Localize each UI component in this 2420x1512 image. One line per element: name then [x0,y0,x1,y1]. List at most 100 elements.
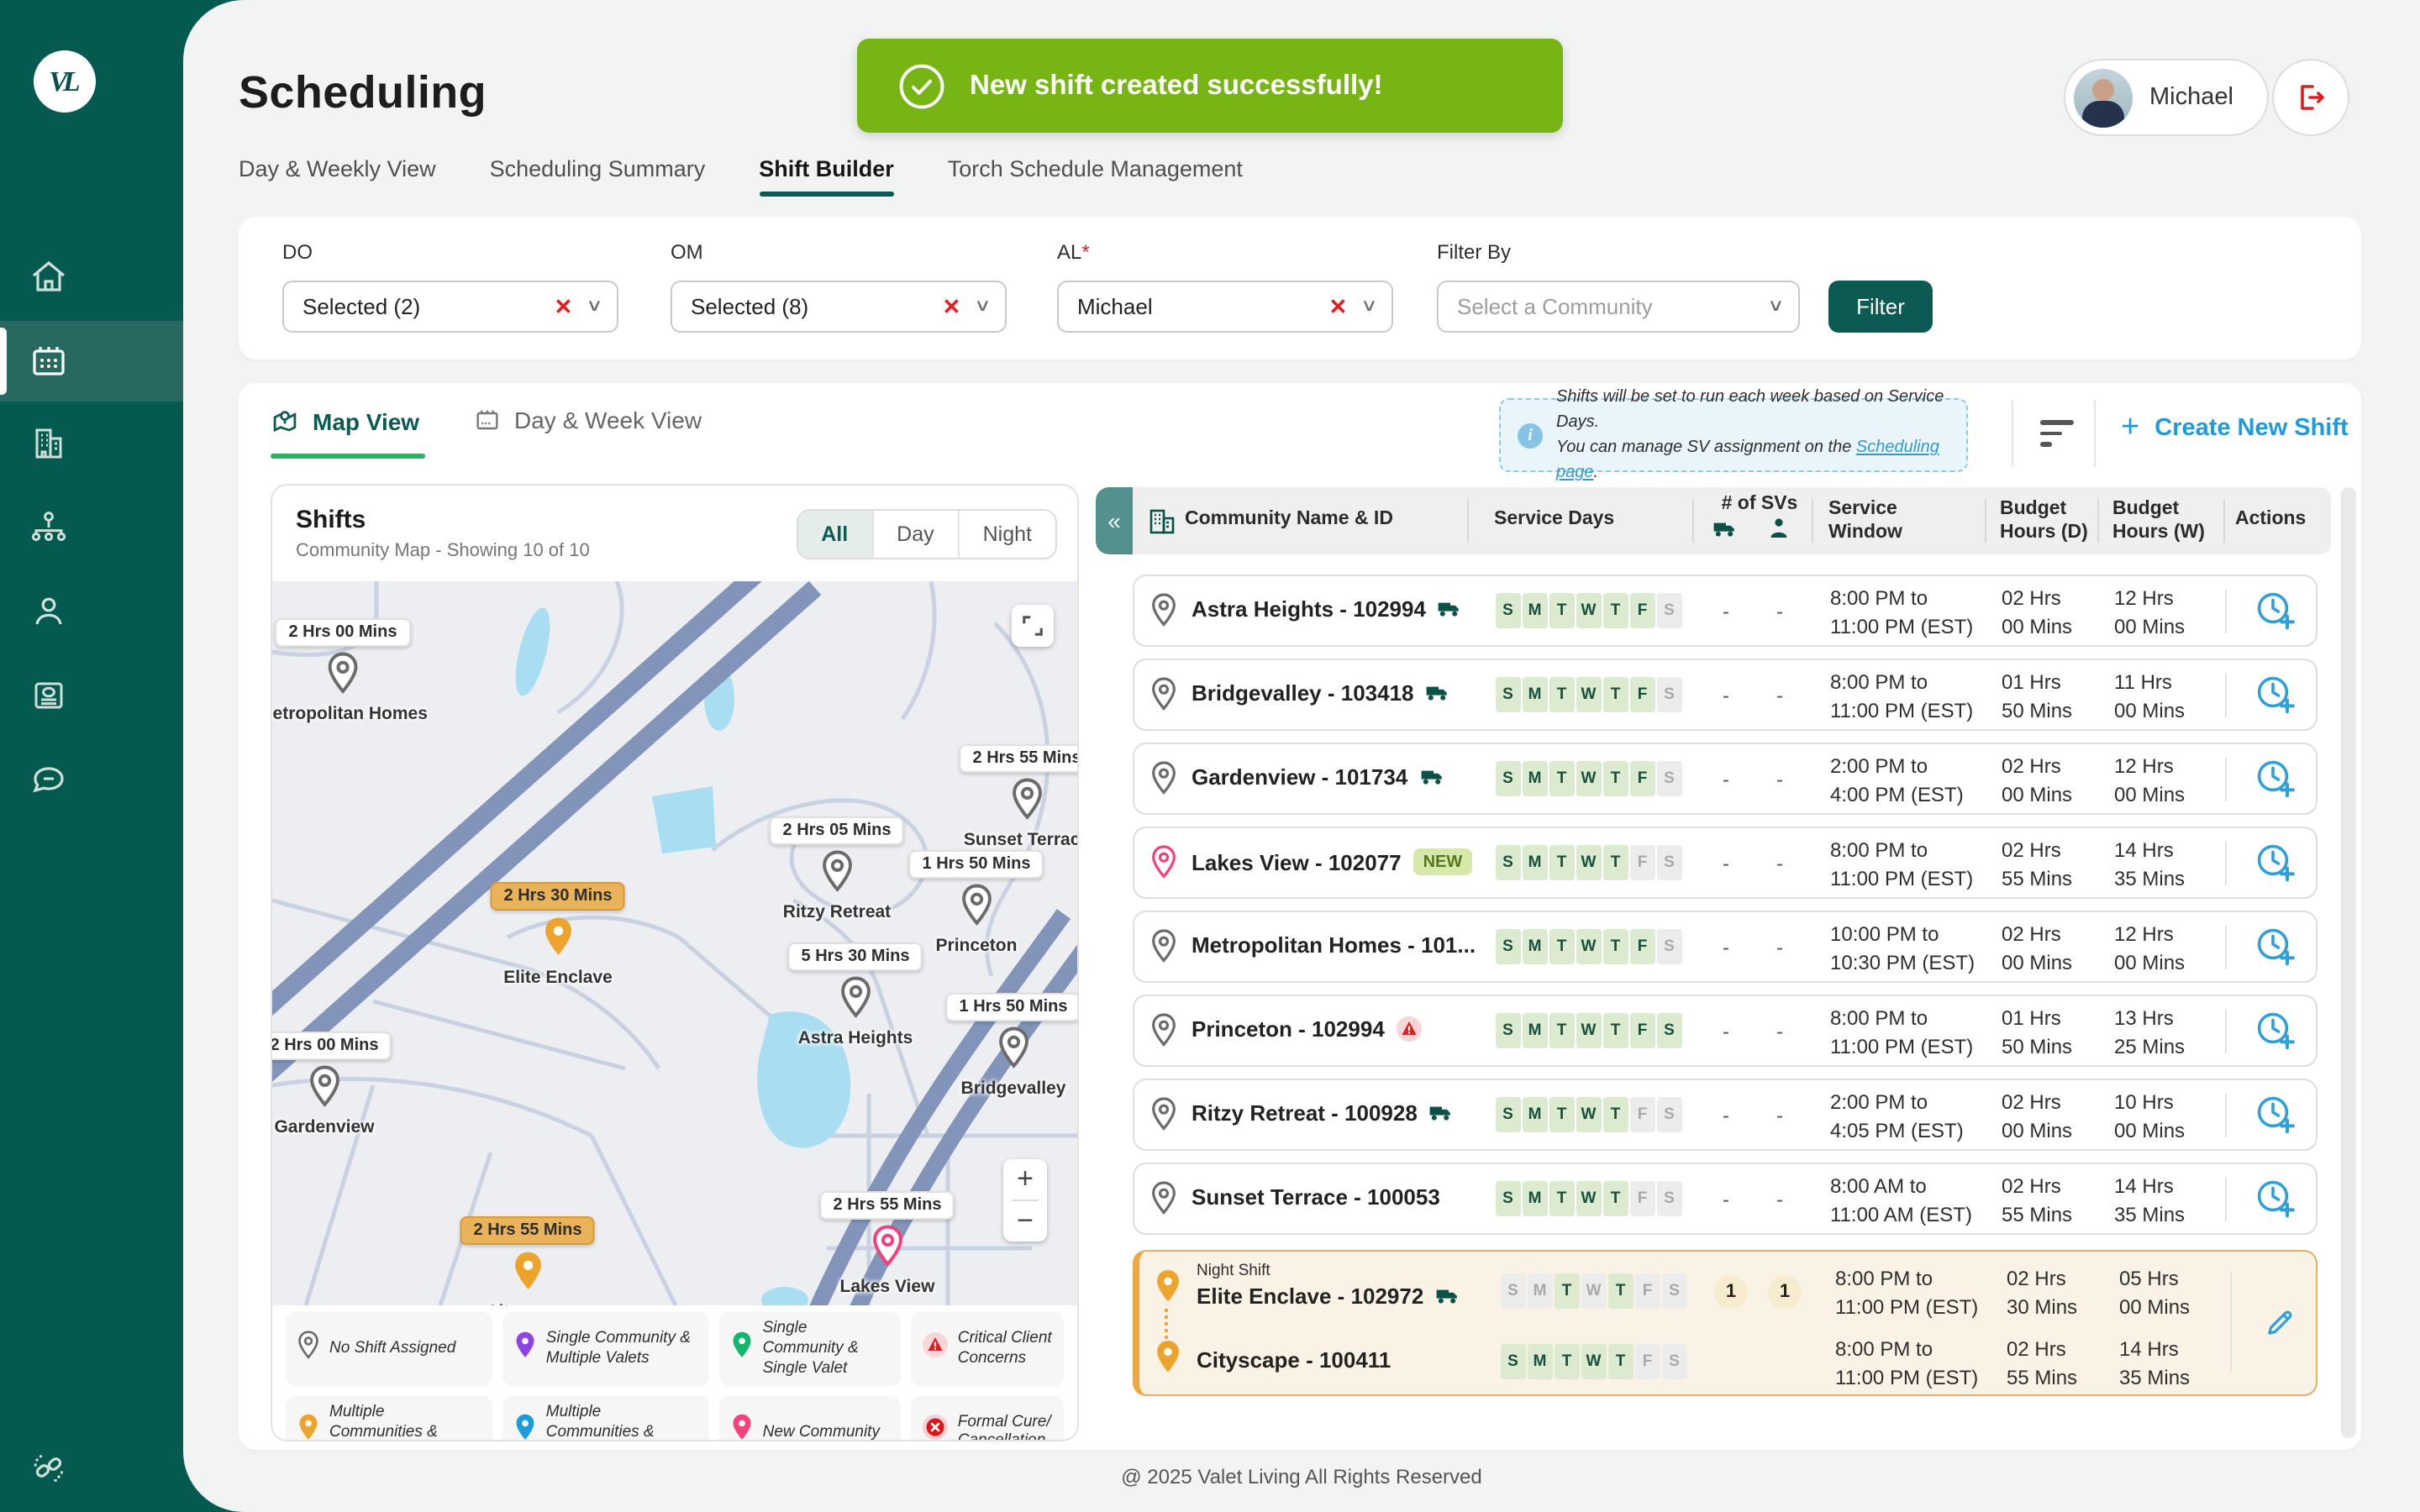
day-chip-T: T [1549,593,1574,628]
day-chip-F: F [1635,1344,1660,1379]
night-shift-group-row[interactable]: Night ShiftElite Enclave - 102972Citysca… [1133,1250,2317,1396]
budget-hours-w: 11 Hrs00 Mins [2114,669,2185,725]
day-chip-S: S [1496,929,1520,964]
map-pin-metropolitan-homes[interactable]: 2 Hrs 00 MinsMetropolitan Homes [272,618,428,724]
sidebar-item-users[interactable] [0,571,183,652]
om-select[interactable]: Selected (8) ✕∨ [671,281,1007,333]
community-name: Elite Enclave - 102972 [1197,1284,1460,1309]
outline-pin-icon [1151,845,1176,879]
day-week-view-label: Day & Week View [514,407,702,433]
plus-icon: + [2121,410,2139,447]
shift-duration-label: 2 Hrs 55 Mins [460,1216,596,1245]
community-row[interactable]: Lakes View - 102077NEWSMTWTFS--8:00 PM t… [1133,827,2317,899]
map-pin-cityscape[interactable]: 2 Hrs 55 Mins Cityscape [460,1216,596,1305]
user-name: Michael [2149,84,2233,111]
outline-pin-icon [997,1026,1029,1068]
community-map-label: Cityscape [486,1302,569,1305]
map-pin-lakes-view[interactable]: 2 Hrs 55 MinsLakes View [820,1191,955,1297]
filter-bar: DO Selected (2) ✕∨ OM Selected (8) ✕∨ AL… [239,217,2361,360]
add-schedule-button[interactable] [2254,674,2297,726]
day-chip-S: S [1496,593,1520,628]
calendar-icon [474,407,501,433]
tab-scheduling-summary[interactable]: Scheduling Summary [490,156,706,197]
community-map[interactable]: 2 Hrs 00 MinsMetropolitan Homes 2 Hrs 55 … [272,581,1077,1305]
add-schedule-button[interactable] [2254,1010,2297,1062]
community-row[interactable]: Princeton - 102994SMTWTFS--8:00 PM to11:… [1133,995,2317,1067]
sv-person-count: - [1763,768,1797,791]
toggle-day[interactable]: Day [871,511,957,558]
map-pin-bridgevalley[interactable]: 1 Hrs 50 MinsBridgevalley [946,993,1077,1099]
filter-by-label: Filter By [1437,240,1511,264]
day-chip-F: F [1630,1181,1655,1216]
add-schedule-button[interactable] [2254,926,2297,978]
budget-hours-d: 02 Hrs55 Mins [2002,1173,2072,1229]
toggle-night[interactable]: Night [958,511,1055,558]
sv-truck-count: 1 [1714,1275,1748,1309]
tab-torch-schedule-management[interactable]: Torch Schedule Management [948,156,1243,197]
community-select[interactable]: Select a Community ∨ [1437,281,1800,333]
sidebar-item-home[interactable] [0,237,183,318]
legend-item: Single Community & Single Valet [719,1312,901,1385]
user-icon [29,591,69,632]
community-row[interactable]: Bridgevalley - 103418SMTWTFS--8:00 PM to… [1133,659,2317,731]
map-pin-princeton[interactable]: 1 Hrs 50 MinsPrinceton [909,850,1044,956]
clear-icon[interactable]: ✕ [1329,293,1348,320]
clear-icon[interactable]: ✕ [943,293,961,320]
sidebar-item-integrations[interactable] [0,1428,183,1509]
logout-button[interactable] [2272,59,2349,136]
user-menu[interactable]: Michael [2064,59,2269,136]
add-schedule-button[interactable] [2254,1094,2297,1146]
sv-truck-count: - [1709,600,1743,623]
toast-message: New shift created successfully! [970,70,1383,102]
solid-pin-icon [731,1414,753,1441]
zoom-out-button[interactable]: − [1003,1201,1047,1242]
sv-truck-count: - [1709,852,1743,875]
tab-shift-builder[interactable]: Shift Builder [759,156,894,197]
create-new-shift-button[interactable]: + Create New Shift [2121,410,2349,447]
sidebar-item-scheduling[interactable] [0,321,183,402]
add-schedule-button[interactable] [2254,758,2297,810]
collapse-table-button[interactable]: « [1096,487,1133,554]
map-pin-astra-heights[interactable]: 5 Hrs 30 MinsAstra Heights [788,942,923,1048]
tab-day-week-view[interactable]: Day & Week View [474,407,702,433]
app-window: VL Scheduling New shif [0,0,2420,1512]
service-window: 8:00 PM to11:00 PM (EST) [1835,1336,1978,1392]
al-label: AL* [1057,240,1090,264]
table-scrollbar[interactable] [2341,487,2356,1438]
edit-shift-button[interactable] [2262,1305,2297,1349]
solid-pin-icon [1155,1268,1181,1304]
map-pin-gardenview[interactable]: 2 Hrs 00 MinsGardenview [272,1032,392,1137]
toggle-all[interactable]: All [797,511,871,558]
community-row[interactable]: Ritzy Retreat - 100928SMTWTFS--2:00 PM t… [1133,1079,2317,1151]
fullscreen-button[interactable] [1012,605,1054,647]
add-schedule-button[interactable] [2254,1178,2297,1230]
community-row[interactable]: Astra Heights - 102994SMTWTFS--8:00 PM t… [1133,575,2317,647]
add-schedule-button[interactable] [2254,590,2297,642]
community-row[interactable]: Gardenview - 101734SMTWTFS--2:00 PM to4:… [1133,743,2317,815]
community-row[interactable]: Sunset Terrace - 100053SMTWTFS--8:00 AM … [1133,1163,2317,1235]
tab-day-weekly-view[interactable]: Day & Weekly View [239,156,436,197]
content-area: Scheduling New shift created successfull… [183,0,2420,1512]
day-chip-S: S [1501,1273,1525,1309]
service-days: SMTWTFS [1496,1181,1681,1216]
map-pin-sunset-terrace[interactable]: 2 Hrs 55 MinsSunset Terrace [960,744,1077,850]
tab-map-view[interactable]: Map View [271,407,419,435]
table-filter-icon[interactable] [2040,420,2074,453]
solid-pin-icon [1155,1339,1181,1374]
sidebar-item-communities[interactable] [0,403,183,484]
map-pin-elite-enclave[interactable]: 2 Hrs 30 MinsElite Enclave [491,882,626,988]
do-select[interactable]: Selected (2) ✕∨ [282,281,618,333]
zoom-in-button[interactable]: + [1003,1159,1047,1200]
day-chip-W: W [1576,593,1601,628]
sidebar-item-messages[interactable] [0,739,183,820]
add-schedule-button[interactable] [2254,842,2297,894]
sidebar-item-org-chart[interactable] [0,487,183,568]
clear-icon[interactable]: ✕ [555,293,573,320]
outline-pin-icon [308,1065,340,1107]
filter-button[interactable]: Filter [1828,281,1933,333]
sidebar-item-reports[interactable] [0,655,183,736]
community-row[interactable]: Metropolitan Homes - 101...SMTWTFS--10:0… [1133,911,2317,983]
al-select[interactable]: Michael ✕∨ [1057,281,1393,333]
community-name: Bridgevalley - 103418 [1192,680,1451,706]
map-pin-ritzy-retreat[interactable]: 2 Hrs 05 MinsRitzy Retreat [770,816,905,922]
